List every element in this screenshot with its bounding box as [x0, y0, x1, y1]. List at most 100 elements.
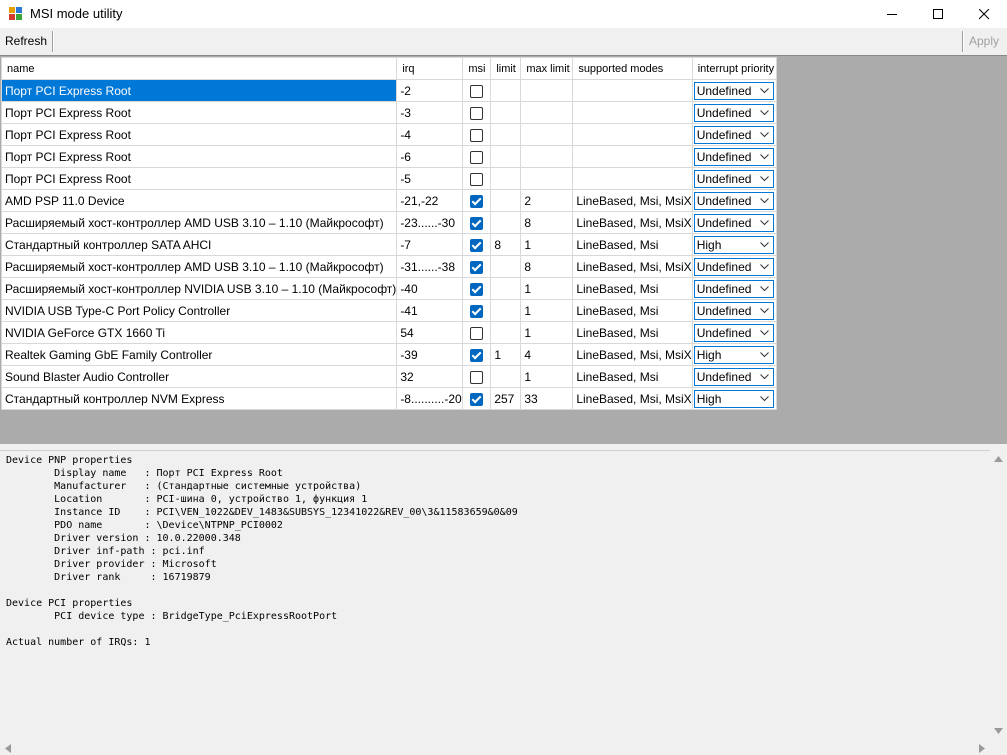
cell-name[interactable]: Расширяемый хост-контроллер AMD USB 3.10… — [0, 211, 398, 234]
cell-msi[interactable] — [462, 299, 492, 322]
horizontal-scrollbar[interactable] — [0, 741, 990, 755]
cell-max-limit[interactable]: 4 — [520, 343, 574, 366]
scroll-up-icon[interactable] — [994, 456, 1003, 462]
column-header-interrupt-priority[interactable]: interrupt priority — [691, 57, 777, 80]
cell-limit[interactable]: 1 — [490, 343, 522, 366]
cell-limit[interactable] — [490, 79, 522, 102]
cell-limit[interactable] — [490, 321, 522, 344]
cell-max-limit[interactable]: 1 — [520, 365, 574, 388]
msi-checkbox[interactable] — [470, 128, 484, 142]
cell-irq[interactable]: -8..........-20 — [396, 387, 464, 410]
cell-max-limit[interactable]: 33 — [520, 387, 574, 410]
cell-msi[interactable] — [462, 189, 492, 212]
cell-msi[interactable] — [462, 211, 492, 234]
table-row[interactable]: Realtek Gaming GbE Family Controller -39 1… — [0, 343, 777, 366]
table-row[interactable]: Расширяемый хост-контроллер AMD USB 3.10… — [0, 255, 777, 278]
msi-checkbox[interactable] — [470, 326, 484, 340]
refresh-button[interactable]: Refresh — [2, 31, 50, 52]
cell-supported-modes[interactable]: LineBased, Msi, MsiX — [572, 211, 693, 234]
cell-max-limit[interactable]: 1 — [520, 233, 574, 256]
scroll-down-icon[interactable] — [994, 728, 1003, 734]
column-header-name[interactable]: name — [0, 57, 398, 80]
column-header-irq[interactable]: irq — [396, 57, 464, 80]
cell-irq[interactable]: -5 — [396, 167, 464, 190]
cell-irq[interactable]: -41 — [396, 299, 464, 322]
cell-interrupt-priority[interactable]: High — [691, 343, 777, 366]
priority-dropdown[interactable]: Undefined — [693, 191, 774, 210]
table-row[interactable]: Стандартный контроллер NVM Express -8....… — [0, 387, 777, 410]
cell-limit[interactable] — [490, 299, 522, 322]
table-row[interactable]: Sound Blaster Audio Controller 32 1 LineBas… — [0, 365, 777, 388]
cell-name[interactable]: Realtek Gaming GbE Family Controller — [0, 343, 398, 366]
table-row[interactable]: Расширяемый хост-контроллер AMD USB 3.10… — [0, 211, 777, 234]
cell-interrupt-priority[interactable]: Undefined — [691, 255, 777, 278]
cell-msi[interactable] — [462, 255, 492, 278]
msi-checkbox[interactable] — [470, 304, 484, 318]
table-row[interactable]: Стандартный контроллер SATA AHCI -7 8 1 Line… — [0, 233, 777, 256]
cell-max-limit[interactable] — [520, 101, 574, 124]
cell-irq[interactable]: -3 — [396, 101, 464, 124]
cell-limit[interactable]: 8 — [490, 233, 522, 256]
cell-msi[interactable] — [462, 233, 492, 256]
cell-irq[interactable]: 54 — [396, 321, 464, 344]
cell-max-limit[interactable] — [520, 123, 574, 146]
msi-checkbox[interactable] — [470, 172, 484, 186]
cell-msi[interactable] — [462, 79, 492, 102]
vertical-scrollbar[interactable] — [990, 450, 1007, 741]
cell-irq[interactable]: -23......-30 — [396, 211, 464, 234]
msi-checkbox[interactable] — [470, 150, 484, 164]
cell-limit[interactable] — [490, 255, 522, 278]
msi-checkbox[interactable] — [470, 106, 484, 120]
cell-irq[interactable]: -39 — [396, 343, 464, 366]
cell-limit[interactable] — [490, 167, 522, 190]
column-header-max-limit[interactable]: max limit — [520, 57, 574, 80]
cell-interrupt-priority[interactable]: Undefined — [691, 101, 777, 124]
cell-interrupt-priority[interactable]: Undefined — [691, 189, 777, 212]
priority-dropdown[interactable]: High — [693, 345, 774, 364]
cell-irq[interactable]: -7 — [396, 233, 464, 256]
msi-checkbox[interactable] — [470, 238, 484, 252]
cell-msi[interactable] — [462, 101, 492, 124]
priority-dropdown[interactable]: Undefined — [693, 81, 774, 100]
cell-limit[interactable]: 257 — [490, 387, 522, 410]
cell-supported-modes[interactable]: LineBased, Msi — [572, 233, 693, 256]
cell-limit[interactable] — [490, 211, 522, 234]
priority-dropdown[interactable]: Undefined — [693, 323, 774, 342]
cell-max-limit[interactable] — [520, 79, 574, 102]
cell-interrupt-priority[interactable]: High — [691, 387, 777, 410]
table-row[interactable]: Расширяемый хост-контроллер NVIDIA USB 3… — [0, 277, 777, 300]
apply-button[interactable]: Apply — [966, 31, 1002, 52]
cell-supported-modes[interactable]: LineBased, Msi — [572, 321, 693, 344]
cell-supported-modes[interactable] — [572, 79, 693, 102]
cell-name[interactable]: Порт PCI Express Root — [0, 79, 398, 102]
cell-irq[interactable]: -40 — [396, 277, 464, 300]
cell-supported-modes[interactable]: LineBased, Msi — [572, 365, 693, 388]
cell-name[interactable]: Sound Blaster Audio Controller — [0, 365, 398, 388]
cell-msi[interactable] — [462, 145, 492, 168]
table-row[interactable]: Порт PCI Express Root -5 Undefined — [0, 167, 777, 190]
msi-checkbox[interactable] — [470, 216, 484, 230]
msi-checkbox[interactable] — [470, 348, 484, 362]
cell-max-limit[interactable]: 8 — [520, 255, 574, 278]
cell-name[interactable]: Порт PCI Express Root — [0, 101, 398, 124]
cell-name[interactable]: Порт PCI Express Root — [0, 145, 398, 168]
cell-supported-modes[interactable]: LineBased, Msi — [572, 299, 693, 322]
cell-max-limit[interactable]: 2 — [520, 189, 574, 212]
scroll-left-icon[interactable] — [5, 744, 11, 753]
cell-limit[interactable] — [490, 145, 522, 168]
priority-dropdown[interactable]: Undefined — [693, 103, 774, 122]
msi-checkbox[interactable] — [470, 194, 484, 208]
cell-max-limit[interactable]: 1 — [520, 277, 574, 300]
cell-interrupt-priority[interactable]: Undefined — [691, 79, 777, 102]
priority-dropdown[interactable]: High — [693, 389, 774, 408]
cell-interrupt-priority[interactable]: Undefined — [691, 299, 777, 322]
cell-supported-modes[interactable] — [572, 123, 693, 146]
priority-dropdown[interactable]: Undefined — [693, 147, 774, 166]
cell-interrupt-priority[interactable]: Undefined — [691, 321, 777, 344]
cell-interrupt-priority[interactable]: Undefined — [691, 123, 777, 146]
minimize-button[interactable] — [869, 0, 915, 28]
cell-name[interactable]: Порт PCI Express Root — [0, 123, 398, 146]
table-row[interactable]: NVIDIA GeForce GTX 1660 Ti 54 1 LineBased, … — [0, 321, 777, 344]
table-row[interactable]: AMD PSP 11.0 Device -21,-22 2 LineBased, Ms… — [0, 189, 777, 212]
column-header-limit[interactable]: limit — [490, 57, 522, 80]
